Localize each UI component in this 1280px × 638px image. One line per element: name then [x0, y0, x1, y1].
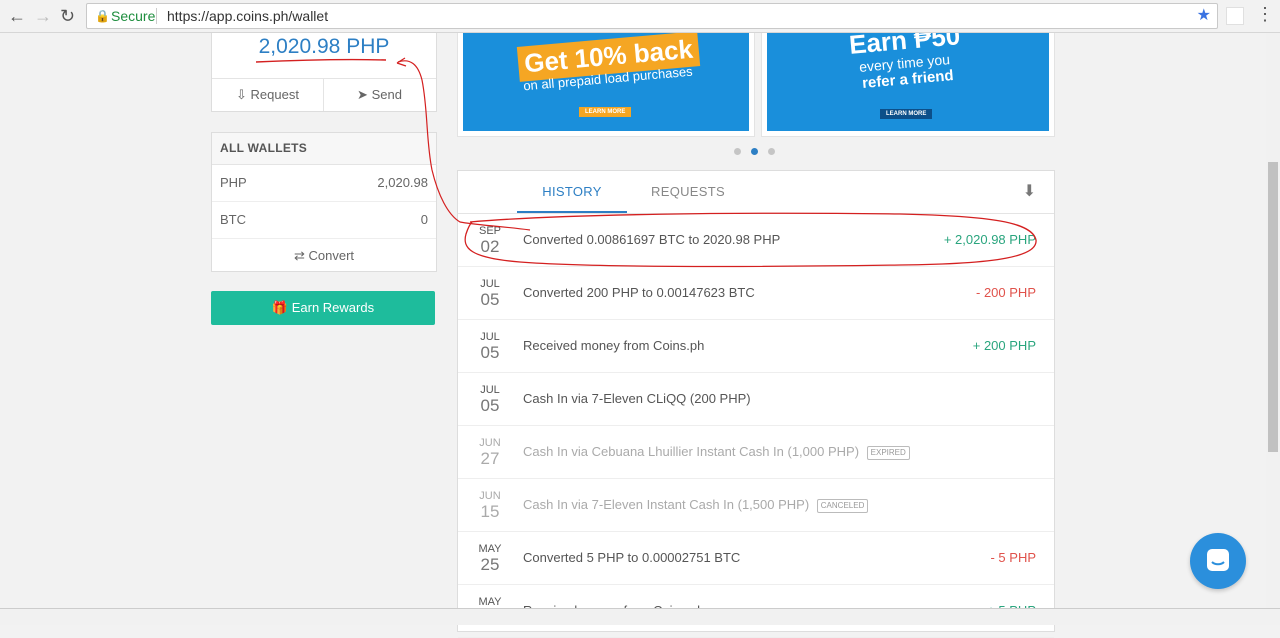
transaction-day: 25 — [480, 555, 500, 574]
browser-toolbar: ← → ↻ 🔒 Secure https://app.coins.ph/wall… — [0, 0, 1280, 33]
transaction-description-wrap: Cash In via 7-Eleven Instant Cash In (1,… — [523, 479, 869, 531]
wallet-row-btc[interactable]: BTC 0 — [212, 202, 436, 239]
transaction-amount: - 200 PHP — [976, 285, 1036, 300]
paper-plane-icon: ➤ — [357, 87, 368, 102]
transaction-month: MAY — [478, 543, 502, 555]
transaction-month: JUL — [480, 384, 500, 396]
wallet-currency: PHP — [220, 175, 247, 190]
transaction-description: Cash In via 7-Eleven CLiQQ (200 PHP) — [523, 391, 751, 406]
history-tabs: HISTORY REQUESTS ⬇ — [458, 171, 1054, 214]
secure-label: Secure — [111, 8, 156, 24]
reload-icon[interactable]: ↻ — [60, 6, 75, 26]
balance-card: 2,020.98 PHP ⇩ Request ➤ Send — [211, 33, 437, 112]
transaction-month: JUN — [479, 437, 501, 449]
promo-banner-image: Get 10% back on all prepaid load purchas… — [463, 33, 749, 131]
all-wallets-card: ALL WALLETS PHP 2,020.98 BTC 0 ⇄ Convert — [211, 132, 437, 272]
download-icon[interactable]: ⬇ — [1023, 181, 1036, 201]
status-badge-canceled: CANCELED — [816, 498, 869, 513]
transaction-date: JUN 15 — [466, 489, 514, 520]
gift-icon: 🎁 — [271, 300, 289, 315]
transaction-date: JUN 27 — [466, 436, 514, 467]
transaction-description: Cash In via 7-Eleven Instant Cash In (1,… — [523, 497, 810, 512]
transaction-day: 05 — [480, 290, 500, 309]
history-panel: HISTORY REQUESTS ⬇ SEP 02 Converted 0.00… — [457, 170, 1055, 638]
carousel-dot[interactable] — [734, 148, 741, 155]
learn-more-button[interactable]: LEARN MORE — [880, 109, 933, 119]
transaction-row[interactable]: JUL 05 Cash In via 7-Eleven CLiQQ (200 P… — [458, 373, 1054, 426]
earn-rewards-label: Earn Rewards — [291, 300, 375, 315]
all-wallets-header: ALL WALLETS — [212, 133, 436, 165]
wallet-row-php[interactable]: PHP 2,020.98 — [212, 165, 436, 202]
convert-button[interactable]: ⇄ Convert — [212, 239, 436, 272]
address-bar[interactable]: 🔒 Secure https://app.coins.ph/wallet ★ — [86, 3, 1218, 29]
page-scrollbar-thumb[interactable] — [1268, 162, 1278, 452]
transaction-month: MAY — [478, 596, 502, 608]
transaction-description: Cash In via Cebuana Lhuillier Instant Ca… — [523, 444, 860, 459]
promo-banner-referral[interactable]: Earn ₱50 every time you refer a friend L… — [761, 33, 1055, 137]
lock-icon: 🔒 — [95, 9, 110, 23]
transaction-month: JUN — [479, 490, 501, 502]
omnibox-divider — [156, 8, 157, 24]
browser-menu-icon[interactable]: ⋮ — [1256, 4, 1274, 25]
transaction-day: 02 — [480, 237, 500, 256]
transaction-description: Received money from Coins.ph — [523, 338, 705, 353]
back-arrow-icon[interactable]: ← — [8, 6, 26, 26]
request-label: Request — [250, 87, 299, 102]
transaction-amount: + 2,020.98 PHP — [943, 232, 1036, 247]
tab-history[interactable]: HISTORY — [517, 171, 627, 213]
tab-requests[interactable]: REQUESTS — [633, 171, 743, 213]
status-badge-expired: EXPIRED — [866, 445, 910, 460]
transaction-date: JUL 05 — [466, 330, 514, 361]
send-button[interactable]: ➤ Send — [324, 79, 435, 111]
promo-banner-cashback[interactable]: Get 10% back on all prepaid load purchas… — [457, 33, 755, 137]
chat-launcher-button[interactable] — [1190, 533, 1246, 589]
carousel-dot[interactable] — [768, 148, 775, 155]
transaction-day: 05 — [480, 343, 500, 362]
transaction-day: 05 — [480, 396, 500, 415]
wallet-currency: BTC — [220, 212, 246, 227]
transaction-description: Converted 200 PHP to 0.00147623 BTC — [523, 285, 755, 300]
transaction-description: Converted 5 PHP to 0.00002751 BTC — [523, 550, 741, 565]
wallet-amount: 0 — [420, 212, 428, 227]
carousel-dot-active[interactable] — [751, 148, 758, 155]
transaction-row[interactable]: MAY 25 Converted 5 PHP to 0.00002751 BTC… — [458, 532, 1054, 585]
transaction-date: SEP 02 — [466, 224, 514, 255]
transaction-amount: + 200 PHP — [972, 338, 1036, 353]
transaction-row[interactable]: SEP 02 Converted 0.00861697 BTC to 2020.… — [458, 214, 1054, 267]
extension-icon[interactable] — [1226, 7, 1244, 25]
transaction-description: Converted 0.00861697 BTC to 2020.98 PHP — [523, 232, 781, 247]
bottom-bar — [0, 608, 1280, 625]
exchange-icon: ⇄ — [293, 248, 305, 263]
transaction-month: JUL — [480, 278, 500, 290]
transaction-day: 27 — [480, 449, 500, 468]
chat-icon — [1207, 549, 1229, 571]
earn-rewards-button[interactable]: 🎁 Earn Rewards — [211, 291, 435, 325]
send-label: Send — [371, 87, 402, 102]
transaction-month: SEP — [478, 225, 501, 237]
request-button[interactable]: ⇩ Request — [212, 79, 324, 111]
transaction-row[interactable]: JUN 15 Cash In via 7-Eleven Instant Cash… — [458, 479, 1054, 532]
learn-more-button[interactable]: LEARN MORE — [579, 107, 632, 117]
balance-actions: ⇩ Request ➤ Send — [212, 78, 436, 111]
transaction-month: JUL — [480, 331, 500, 343]
download-icon: ⇩ — [236, 87, 247, 102]
star-icon[interactable]: ★ — [1197, 4, 1211, 28]
transaction-date: MAY 25 — [466, 542, 514, 573]
transaction-row[interactable]: JUL 05 Received money from Coins.ph + 20… — [458, 320, 1054, 373]
forward-arrow-icon[interactable]: → — [34, 6, 52, 26]
url-text[interactable]: https://app.coins.ph/wallet — [167, 4, 328, 28]
transaction-description-wrap: Cash In via Cebuana Lhuillier Instant Ca… — [523, 426, 910, 478]
convert-label: Convert — [308, 248, 355, 263]
balance-amount: 2,020.98 PHP — [258, 35, 390, 58]
transaction-date: JUL 05 — [466, 277, 514, 308]
transaction-row[interactable]: JUL 05 Converted 200 PHP to 0.00147623 B… — [458, 267, 1054, 320]
transaction-day: 15 — [480, 502, 500, 521]
wallet-amount: 2,020.98 — [377, 175, 428, 190]
transaction-date: JUL 05 — [466, 383, 514, 414]
transaction-amount: - 5 PHP — [990, 550, 1036, 565]
promo-banner-image: Earn ₱50 every time you refer a friend L… — [767, 33, 1049, 131]
transaction-row[interactable]: JUN 27 Cash In via Cebuana Lhuillier Ins… — [458, 426, 1054, 479]
